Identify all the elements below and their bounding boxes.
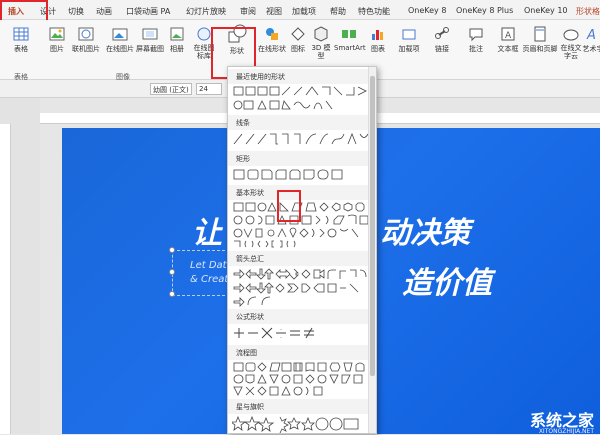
ribbon-tab-bar: 插入 设计 切换 动画 口袋动画 PA 幻灯片放映 审阅 视图 加载项 帮助 特…	[0, 0, 600, 20]
svg-text:A: A	[505, 31, 512, 41]
icon-library-icon	[196, 26, 212, 42]
tab-features[interactable]: 特色功能	[358, 6, 390, 17]
lines-grid[interactable]	[232, 131, 370, 147]
icons-button[interactable]: 图标	[288, 26, 308, 54]
section-equation-shapes: 公式形状	[228, 309, 369, 324]
album-label: 相册	[170, 45, 184, 53]
stars-banners-grid[interactable]	[232, 415, 370, 433]
online-picture-icon	[78, 26, 94, 42]
equation-shapes-grid[interactable]	[232, 325, 370, 341]
word-cloud-icon	[563, 26, 579, 42]
tab-addins[interactable]: 加载项	[292, 6, 316, 17]
online-images-button[interactable]: 在线图片	[104, 26, 136, 54]
wordart-icon: A	[585, 26, 600, 42]
slide-title-line1-right: 动决策	[380, 208, 470, 252]
tab-onekey8plus[interactable]: OneKey 8 Plus	[456, 6, 513, 15]
wordart-button[interactable]: A 艺术字	[582, 26, 600, 54]
online-image-icon	[112, 26, 128, 42]
tab-help[interactable]: 帮助	[330, 6, 346, 17]
tab-animations[interactable]: 动画	[96, 6, 112, 17]
section-flowchart: 流程图	[228, 345, 369, 360]
word-cloud-label: 在线文字云	[561, 44, 582, 60]
cube-icon	[313, 26, 329, 42]
tab-pocket-animation[interactable]: 口袋动画 PA	[126, 6, 170, 17]
resize-handle[interactable]	[169, 291, 175, 297]
chart-icon	[370, 26, 386, 42]
table-icon	[13, 26, 29, 42]
flowchart-grid[interactable]	[232, 361, 370, 397]
screenshot-label: 屏幕截图	[136, 45, 164, 53]
online-shapes-icon	[264, 26, 280, 42]
svg-text:A: A	[586, 28, 596, 42]
font-size-select[interactable]: 24	[196, 83, 222, 95]
basic-shapes-grid[interactable]	[232, 201, 370, 249]
screenshot-button[interactable]: 屏幕截图	[134, 26, 166, 54]
word-cloud-button[interactable]: 在线文字云	[560, 26, 582, 60]
smartart-label: SmartArt	[334, 44, 366, 52]
section-recent-shapes: 最近使用的形状	[228, 69, 369, 84]
3d-models-label: 3D 模型	[311, 44, 330, 60]
recent-shapes-grid[interactable]	[232, 85, 370, 113]
table-button[interactable]: 表格	[8, 26, 34, 54]
tab-review[interactable]: 审阅	[240, 6, 256, 17]
icons-icon	[290, 26, 306, 42]
online-pictures-button[interactable]: 联机图片	[70, 26, 102, 54]
smartart-icon	[341, 26, 357, 42]
vertical-ruler	[0, 124, 11, 434]
link-label: 链接	[435, 45, 449, 53]
slide-title-line1-left: 让	[192, 208, 222, 252]
tab-view[interactable]: 视图	[266, 6, 282, 17]
icons-label: 图标	[291, 45, 305, 53]
textbox-label: 文本框	[498, 45, 519, 53]
scrollbar-thumb[interactable]	[370, 76, 375, 376]
online-images-label: 在线图片	[106, 45, 134, 53]
picture-icon	[49, 26, 65, 42]
resize-handle[interactable]	[169, 247, 175, 253]
chart-button[interactable]: 图表	[368, 26, 388, 54]
online-shapes-label: 在线形状	[258, 45, 286, 53]
watermark: 系统之家 XITONGZHIJIA.NET	[530, 407, 594, 431]
header-footer-button[interactable]: 页眉和页脚	[522, 26, 558, 54]
header-footer-icon	[532, 26, 548, 42]
tab-transitions[interactable]: 切换	[68, 6, 84, 17]
slide-title-line2-right: 造价值	[402, 258, 492, 302]
shapes-dropdown: 最近使用的形状 线条 矩形 基本形状 箭头总汇 公式形状 流程图 星与旗帜	[227, 66, 377, 434]
pictures-label: 图片	[50, 45, 64, 53]
pictures-button[interactable]: 图片	[46, 26, 68, 54]
chart-label: 图表	[371, 45, 385, 53]
tab-slideshow[interactable]: 幻灯片放映	[186, 6, 226, 17]
rectangles-grid[interactable]	[232, 167, 370, 183]
album-icon	[169, 26, 185, 42]
online-shapes-button[interactable]: 在线形状	[256, 26, 288, 54]
textbox-icon: A	[500, 26, 516, 42]
section-lines: 线条	[228, 115, 369, 130]
comment-icon	[468, 26, 484, 42]
tab-onekey10[interactable]: OneKey 10	[524, 6, 568, 15]
tab-shape-format[interactable]: 形状格	[576, 6, 600, 17]
smartart-button[interactable]: SmartArt	[334, 26, 364, 52]
link-icon	[434, 26, 450, 42]
section-block-arrows: 箭头总汇	[228, 251, 369, 266]
highlight-parallelogram-shape	[277, 190, 301, 222]
tab-onekey8[interactable]: OneKey 8	[408, 6, 446, 15]
link-button[interactable]: 链接	[432, 26, 452, 54]
addins-label: 加载项	[399, 45, 420, 53]
block-arrows-grid[interactable]	[232, 267, 370, 309]
album-button[interactable]: 相册	[166, 26, 188, 54]
wordart-label: 艺术字	[583, 45, 600, 53]
section-rectangles: 矩形	[228, 151, 369, 166]
screenshot-icon	[142, 26, 158, 42]
font-family-select[interactable]: 幼圆 (正文)	[150, 83, 192, 95]
addins-button[interactable]: 加载项	[398, 26, 420, 54]
online-pictures-label: 联机图片	[72, 45, 100, 53]
textbox-button[interactable]: A 文本框	[496, 26, 520, 54]
header-footer-label: 页眉和页脚	[523, 45, 558, 53]
comment-label: 批注	[469, 45, 483, 53]
comment-button[interactable]: 批注	[466, 26, 486, 54]
table-label: 表格	[14, 45, 28, 53]
addins-icon	[401, 26, 417, 42]
resize-handle[interactable]	[169, 269, 175, 275]
3d-models-button[interactable]: 3D 模型	[308, 26, 334, 60]
section-stars-banners: 星与旗帜	[228, 399, 369, 414]
